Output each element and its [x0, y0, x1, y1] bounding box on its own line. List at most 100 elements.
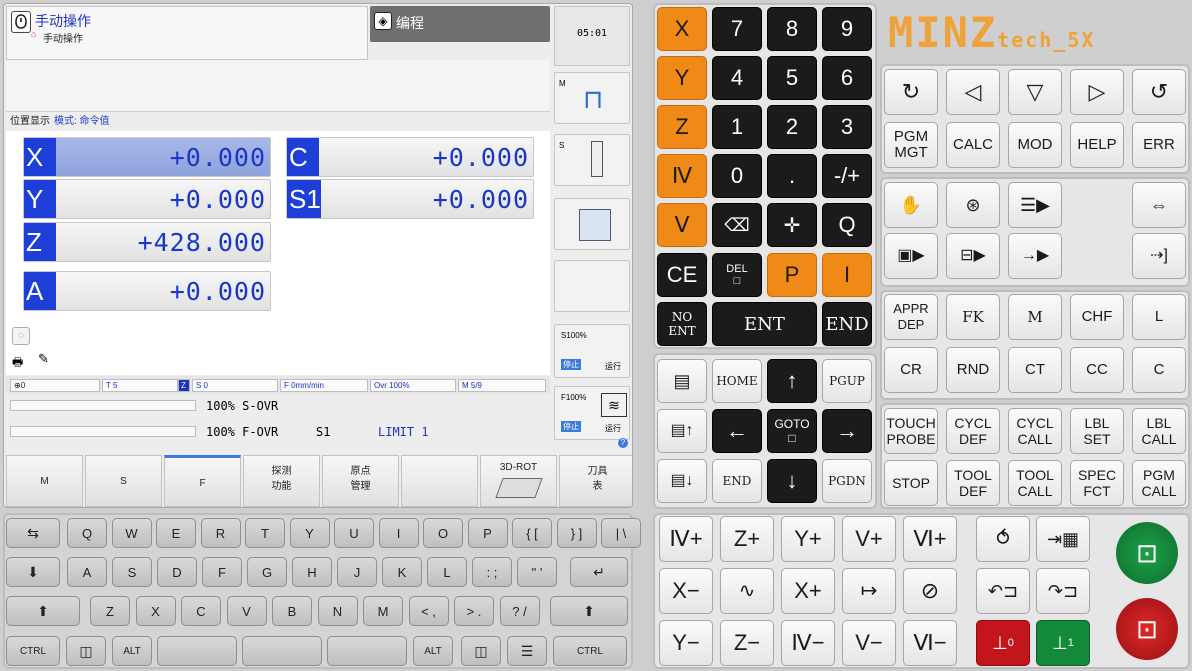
key-arrow-up[interactable]: ↑ — [767, 359, 817, 403]
key-i[interactable]: I — [822, 253, 872, 297]
key-digit-11[interactable]: -/+ — [822, 154, 872, 198]
key-digit-0[interactable]: 7 — [712, 7, 762, 51]
key-p[interactable]: P — [767, 253, 817, 297]
key-letter-0[interactable]: Q — [67, 518, 107, 548]
key-letter-row3-3[interactable]: V — [226, 596, 267, 626]
key-letter-row3-4[interactable]: B — [272, 596, 312, 626]
softkey-s[interactable]: S — [554, 134, 630, 186]
key-digit-10[interactable]: . — [767, 154, 817, 198]
key-del[interactable]: DEL □ — [712, 253, 762, 297]
key-letter-row2-4[interactable]: G — [247, 557, 287, 587]
key-block-run[interactable]: ⊟▶ — [946, 233, 1000, 279]
softkey-empty[interactable] — [401, 455, 478, 507]
key-arrow-right[interactable]: → — [822, 409, 872, 453]
key-help[interactable]: HELP — [1070, 122, 1124, 168]
key-jog-v-minus[interactable]: V− — [842, 620, 896, 666]
key-axis-v[interactable]: Ⅴ — [657, 203, 707, 247]
key-letter-4[interactable]: T — [245, 518, 285, 548]
key-letter-row2-0[interactable]: A — [67, 557, 107, 587]
softkey-bottom-f[interactable]: F — [164, 455, 241, 507]
axis-c[interactable]: C +0.000 — [286, 137, 534, 177]
axis-x[interactable]: X +0.000 — [23, 137, 271, 177]
axis-a[interactable]: A +0.000 — [23, 271, 271, 311]
key-letter-row3-2[interactable]: C — [181, 596, 221, 626]
key-cr[interactable]: CR — [884, 347, 938, 393]
key-c[interactable]: C — [1132, 347, 1186, 393]
key-wheel[interactable]: ⊛ — [946, 182, 1000, 228]
key-letter-12[interactable]: | \ — [601, 518, 641, 548]
key-letter-row3-9[interactable]: ? / — [499, 596, 540, 626]
softkey-probe[interactable]: 探测 功能 — [243, 455, 320, 507]
key-home[interactable]: HOME — [712, 359, 762, 403]
key-backspace[interactable]: ⌫ — [712, 203, 762, 247]
key-letter-row2-10[interactable]: " ' — [517, 557, 557, 587]
key-letter-7[interactable]: I — [378, 518, 419, 548]
refresh-icon[interactable]: ◌ — [12, 327, 30, 345]
softkey-f100[interactable]: F100% ≋ 停止 运行 — [554, 386, 630, 440]
key-alt-left[interactable]: ALT — [112, 636, 152, 666]
key-rnd[interactable]: RND — [946, 347, 1000, 393]
key-calc[interactable]: CALC — [946, 122, 1000, 168]
key-teach-in[interactable]: ▣▶ — [884, 233, 938, 279]
key-space-3[interactable] — [327, 636, 407, 666]
key-caps[interactable]: ⬇ — [6, 557, 60, 587]
key-jog-coolant[interactable]: ⊘ — [903, 568, 957, 614]
key-err[interactable]: ERR — [1132, 122, 1186, 168]
key-letter-row2-3[interactable]: F — [202, 557, 242, 587]
key-spindle-left[interactable]: ↶⊐ — [976, 568, 1030, 614]
softkey-datum[interactable]: 原点 管理 — [322, 455, 399, 507]
axis-z[interactable]: Z +428.000 — [23, 222, 271, 262]
key-letter-row3-1[interactable]: X — [135, 596, 176, 626]
key-jog-x-minus[interactable]: X− — [659, 568, 713, 614]
key-space-1[interactable] — [157, 636, 237, 666]
key-letter-row2-1[interactable]: S — [112, 557, 152, 587]
key-jog-iv-plus[interactable]: Ⅳ+ — [659, 516, 713, 562]
key-jog-rapid[interactable]: ∿ — [720, 568, 774, 614]
key-l[interactable]: L — [1132, 294, 1186, 340]
axis-y[interactable]: Y +0.000 — [23, 179, 271, 219]
key-letter-1[interactable]: W — [111, 518, 152, 548]
key-letter-row2-2[interactable]: D — [157, 557, 197, 587]
key-letter-row2-7[interactable]: K — [382, 557, 422, 587]
key-space-2[interactable] — [242, 636, 322, 666]
softkey-bottom-m[interactable]: M — [6, 455, 83, 507]
key-pgm-mgt[interactable]: PGM MGT — [884, 122, 938, 168]
key-letter-row3-7[interactable]: < , — [408, 596, 449, 626]
key-digit-5[interactable]: 6 — [822, 56, 872, 100]
key-letter-row3-0[interactable]: Z — [90, 596, 130, 626]
key-list-up[interactable]: ▤↑ — [657, 409, 707, 453]
help-icon[interactable]: ? — [618, 438, 628, 448]
key-tool-def[interactable]: TOOL DEF — [946, 460, 1000, 506]
key-digit-8[interactable]: 3 — [822, 105, 872, 149]
key-pgup[interactable]: PGUP — [822, 359, 872, 403]
softkey-s100[interactable]: S100% 停止 运行 — [554, 324, 630, 378]
softkey-3drot[interactable]: 3D-ROT — [480, 455, 557, 507]
key-digit-2[interactable]: 9 — [822, 7, 872, 51]
key-ent[interactable]: ENT — [712, 302, 817, 346]
key-jog-vi-minus[interactable]: Ⅵ− — [903, 620, 957, 666]
softkey-tool-table[interactable]: 刀具 表 — [559, 455, 632, 507]
key-program-run[interactable]: ⇔ — [1132, 182, 1186, 228]
key-lbl-set[interactable]: LBL SET — [1070, 408, 1124, 454]
key-arrow-down[interactable]: ↓ — [767, 459, 817, 503]
key-digit-4[interactable]: 5 — [767, 56, 817, 100]
key-axis-y[interactable]: Y — [657, 56, 707, 100]
key-digit-3[interactable]: 4 — [712, 56, 762, 100]
key-spindle-right[interactable]: ↷⊐ — [1036, 568, 1090, 614]
key-actual-position[interactable]: ✛ — [767, 203, 817, 247]
key-letter-10[interactable]: { [ — [512, 518, 552, 548]
key-spindle-on[interactable]: ⊥ 1 — [1036, 620, 1090, 666]
key-fk[interactable]: FK — [946, 294, 1000, 340]
key-iso-left[interactable]: ◫ — [66, 636, 106, 666]
axis-s1[interactable]: S1 +0.000 — [286, 179, 534, 219]
key-m[interactable]: M — [1008, 294, 1062, 340]
key-letter-row3-6[interactable]: M — [363, 596, 403, 626]
key-letter-row2-5[interactable]: H — [292, 557, 332, 587]
key-appr-dep[interactable]: APPR DEP — [884, 294, 938, 340]
key-letter-3[interactable]: R — [200, 518, 241, 548]
softkey-tool-axis[interactable] — [554, 198, 630, 250]
key-ctrl-right[interactable]: CTRL — [553, 636, 627, 666]
mode-tab-manual[interactable]: 手动操作 ⌂ 手动操作 — [6, 6, 368, 60]
key-jog-x-plus[interactable]: X+ — [781, 568, 835, 614]
softkey-blank[interactable] — [554, 260, 630, 312]
